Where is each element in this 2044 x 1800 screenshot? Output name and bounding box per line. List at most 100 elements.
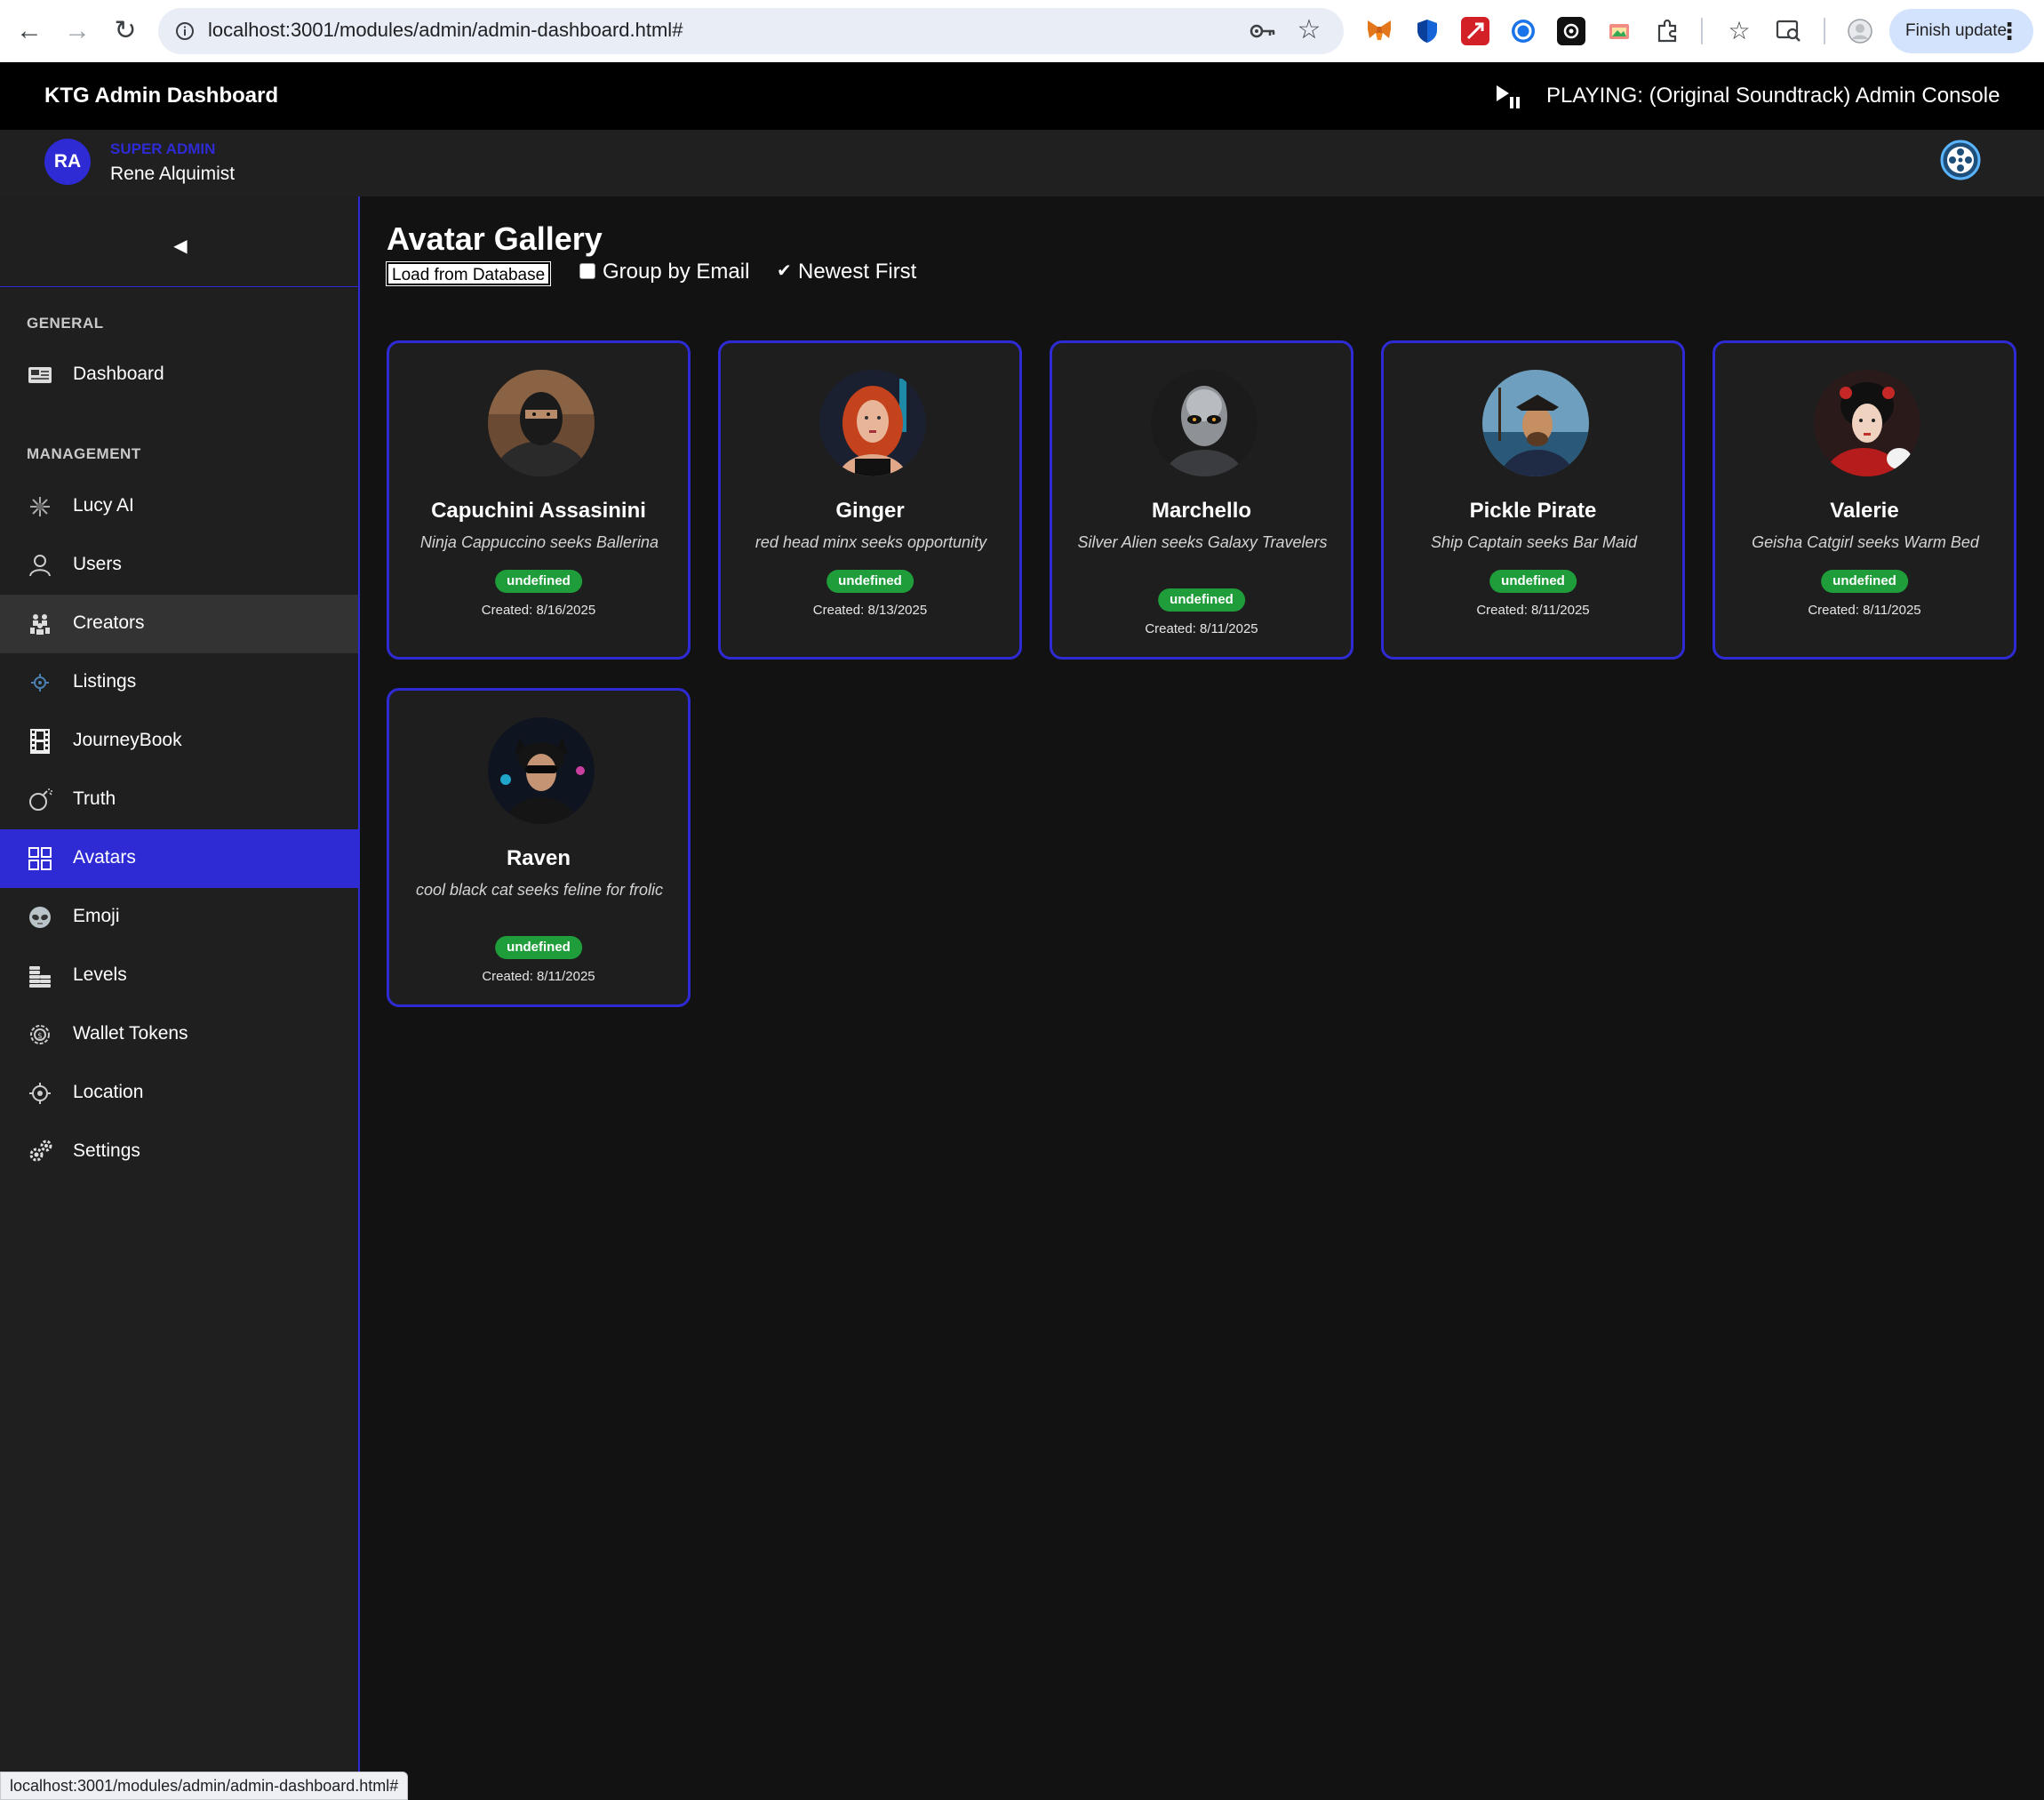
address-bar[interactable]: localhost:3001/modules/admin/admin-dashb… bbox=[158, 8, 1344, 54]
avatar-name: Ginger bbox=[835, 499, 905, 523]
reload-icon[interactable]: ↻ bbox=[108, 14, 142, 48]
film-strip-icon bbox=[27, 728, 53, 755]
sidebar-item-dashboard[interactable]: Dashboard bbox=[0, 346, 358, 404]
avatar-card[interactable]: Raven cool black cat seeks feline for fr… bbox=[387, 688, 691, 1007]
avatar-tagline: cool black cat seeks feline for frolic bbox=[415, 881, 664, 899]
sidebar-item-label: JourneyBook bbox=[73, 730, 182, 750]
avatar-card[interactable]: Pickle Pirate Ship Captain seeks Bar Mai… bbox=[1381, 340, 1685, 660]
avatar-photo bbox=[819, 370, 926, 476]
back-arrow-icon[interactable]: ← bbox=[12, 14, 46, 48]
sidebar-item-label: Wallet Tokens bbox=[73, 1023, 188, 1044]
avatar-tagline: Silver Alien seeks Galaxy Travelers bbox=[1077, 533, 1328, 551]
sidebar-item-label: Truth bbox=[73, 788, 116, 809]
location-icon bbox=[27, 1080, 53, 1107]
url-text[interactable]: localhost:3001/modules/admin/admin-dashb… bbox=[208, 19, 683, 42]
toolbar-divider bbox=[1701, 18, 1703, 44]
toolbar-divider-2 bbox=[1824, 18, 1825, 44]
tab-search-icon[interactable] bbox=[1772, 14, 1806, 48]
kebab-menu-icon[interactable]: ⋮ bbox=[1998, 9, 2021, 53]
puzzle-extensions-icon[interactable] bbox=[1653, 17, 1681, 45]
sidebar-item-label: Location bbox=[73, 1082, 144, 1102]
circle-extension-icon[interactable] bbox=[1509, 17, 1537, 45]
section-general: GENERAL bbox=[27, 315, 104, 332]
metamask-fox-icon[interactable] bbox=[1365, 17, 1393, 45]
sidebar-item-listings[interactable]: Listings bbox=[0, 653, 358, 712]
bookmarks-star-icon[interactable]: ☆ bbox=[1722, 14, 1756, 48]
gears-icon bbox=[27, 1139, 53, 1165]
forward-arrow-icon[interactable]: → bbox=[60, 14, 94, 48]
newest-first-label[interactable]: Newest First bbox=[798, 260, 916, 284]
dashboard-icon bbox=[27, 362, 53, 388]
sidebar-item-settings[interactable]: Settings bbox=[0, 1123, 358, 1181]
sidebar-item-lucy-ai[interactable]: Lucy AI bbox=[0, 477, 358, 536]
collapse-sidebar-icon[interactable]: ◀ bbox=[169, 235, 192, 258]
avatar-name: Valerie bbox=[1830, 499, 1899, 523]
group-icon bbox=[27, 611, 53, 637]
token-gear-icon: $ bbox=[27, 1021, 53, 1048]
sidebar-item-label: Lucy AI bbox=[73, 495, 134, 516]
avatar-name: Capuchini Assasinini bbox=[431, 499, 646, 523]
newest-first-check-icon[interactable]: ✔ bbox=[777, 260, 792, 282]
pdf-extension-icon[interactable] bbox=[1461, 17, 1489, 45]
avatar-card[interactable]: Ginger red head minx seeks opportunity u… bbox=[718, 340, 1022, 660]
user-role: SUPER ADMIN bbox=[110, 140, 216, 157]
sidebar-item-label: Creators bbox=[73, 612, 145, 633]
status-badge: undefined bbox=[1489, 570, 1577, 593]
created-date: Created: 8/13/2025 bbox=[812, 603, 928, 618]
bookmark-star-icon[interactable]: ☆ bbox=[1294, 15, 1324, 45]
sidebar-divider bbox=[0, 286, 358, 287]
user-icon bbox=[27, 552, 53, 579]
sidebar-item-avatars[interactable]: Avatars bbox=[0, 829, 358, 888]
password-key-icon[interactable] bbox=[1250, 19, 1276, 44]
avatar-name: Pickle Pirate bbox=[1469, 499, 1597, 523]
profile-icon[interactable] bbox=[1843, 14, 1877, 48]
sidebar-item-levels[interactable]: Levels bbox=[0, 947, 358, 1005]
film-reel-icon[interactable] bbox=[1939, 139, 1982, 181]
created-date: Created: 8/11/2025 bbox=[1808, 603, 1921, 618]
sidebar-item-location[interactable]: Location bbox=[0, 1064, 358, 1123]
now-playing-text: PLAYING: (Original Soundtrack) Admin Con… bbox=[1546, 84, 2000, 108]
sidebar-item-users[interactable]: Users bbox=[0, 536, 358, 595]
group-by-email-label[interactable]: Group by Email bbox=[603, 260, 749, 284]
sidebar-item-creators[interactable]: Creators bbox=[0, 595, 358, 653]
grid-icon bbox=[27, 845, 53, 872]
created-date: Created: 8/11/2025 bbox=[1145, 621, 1258, 636]
sidebar-item-label: Emoji bbox=[73, 906, 120, 926]
sidebar-item-label: Users bbox=[73, 554, 122, 574]
shield-extension-icon[interactable] bbox=[1413, 17, 1441, 45]
avatar-card[interactable]: Valerie Geisha Catgirl seeks Warm Bed un… bbox=[1713, 340, 2016, 660]
avatar-tagline: Geisha Catgirl seeks Warm Bed bbox=[1752, 533, 1979, 551]
sidebar-item-truth[interactable]: Truth bbox=[0, 771, 358, 829]
sidebar-item-wallet-tokens[interactable]: $ Wallet Tokens bbox=[0, 1005, 358, 1064]
group-by-email-checkbox[interactable] bbox=[579, 263, 595, 279]
play-pause-icon[interactable] bbox=[1495, 84, 1521, 110]
avatar-card[interactable]: Capuchini Assasinini Ninja Cappuccino se… bbox=[387, 340, 691, 660]
avatar-photo bbox=[1814, 370, 1920, 476]
page-title: Avatar Gallery bbox=[387, 220, 603, 257]
app-header: KTG Admin Dashboard PLAYING: (Original S… bbox=[0, 62, 2044, 130]
site-info-icon[interactable] bbox=[172, 19, 197, 44]
avatar-name: Raven bbox=[506, 846, 571, 870]
status-badge: undefined bbox=[1158, 588, 1245, 612]
eye-extension-icon[interactable] bbox=[1557, 17, 1585, 45]
picture-extension-icon[interactable] bbox=[1605, 17, 1633, 45]
browser-toolbar: ← → ↻ localhost:3001/modules/admin/admin… bbox=[0, 0, 2044, 63]
status-badge: undefined bbox=[1821, 570, 1908, 593]
sparkle-icon bbox=[27, 493, 53, 520]
bomb-icon bbox=[27, 787, 53, 813]
user-name: Rene Alquimist bbox=[110, 164, 236, 184]
status-badge: undefined bbox=[826, 570, 914, 593]
avatar-tagline: red head minx seeks opportunity bbox=[755, 533, 987, 551]
load-from-database-button[interactable]: Load from Database bbox=[385, 261, 552, 286]
app-title: KTG Admin Dashboard bbox=[44, 84, 279, 108]
target-icon bbox=[27, 669, 53, 696]
sidebar-item-journeybook[interactable]: JourneyBook bbox=[0, 712, 358, 771]
sidebar: ◀ GENERAL Dashboard MANAGEMENT Lucy AI U… bbox=[0, 196, 360, 1798]
sidebar-item-emoji[interactable]: Emoji bbox=[0, 888, 358, 947]
avatar[interactable]: RA bbox=[44, 139, 91, 185]
finish-update-button[interactable]: Finish update ⋮ bbox=[1889, 9, 2033, 53]
user-bar: RA SUPER ADMIN Rene Alquimist bbox=[0, 130, 2044, 196]
created-date: Created: 8/11/2025 bbox=[482, 969, 595, 984]
created-date: Created: 8/11/2025 bbox=[1476, 603, 1590, 618]
avatar-card[interactable]: Marchello Silver Alien seeks Galaxy Trav… bbox=[1050, 340, 1353, 660]
